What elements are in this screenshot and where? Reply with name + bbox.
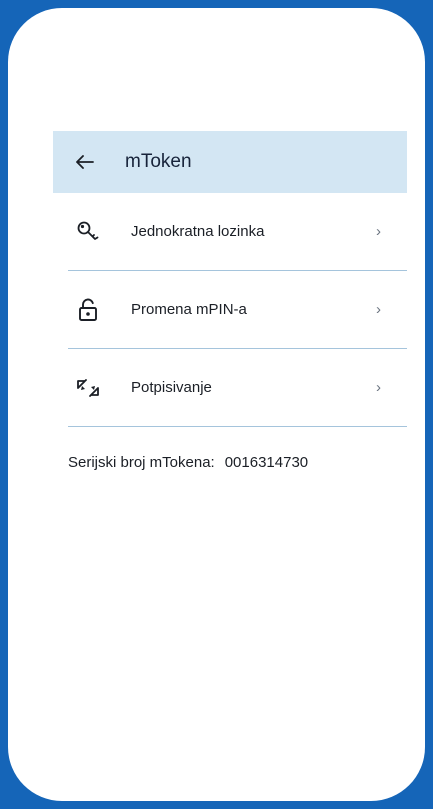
menu-item-one-time-password[interactable]: Jednokratna lozinka › xyxy=(53,193,407,270)
menu-item-label: Potpisivanje xyxy=(131,379,212,396)
serial-number: Serijski broj mTokena: 0016314730 xyxy=(68,454,308,471)
menu-item-label: Jednokratna lozinka xyxy=(131,223,265,240)
app-header: mToken xyxy=(53,131,407,193)
page-title: mToken xyxy=(125,151,192,172)
phone-screen: mToken Jednokratna lozinka › Promena mPI… xyxy=(8,8,425,801)
chevron-right-icon: › xyxy=(376,301,381,318)
serial-number-label: Serijski broj mTokena: xyxy=(68,454,215,471)
arrow-left-icon xyxy=(76,155,94,169)
back-button[interactable] xyxy=(73,150,97,174)
menu-item-change-mpin[interactable]: Promena mPIN-a › xyxy=(53,271,407,348)
divider xyxy=(68,426,407,427)
sign-icon xyxy=(75,375,101,401)
mtoken-menu: Jednokratna lozinka › Promena mPIN-a › P… xyxy=(53,193,407,427)
key-icon xyxy=(75,219,101,245)
menu-item-signing[interactable]: Potpisivanje › xyxy=(53,349,407,426)
chevron-right-icon: › xyxy=(376,379,381,396)
chevron-right-icon: › xyxy=(376,223,381,240)
menu-item-label: Promena mPIN-a xyxy=(131,301,247,318)
unlock-icon xyxy=(75,297,101,323)
serial-number-value: 0016314730 xyxy=(224,454,309,471)
